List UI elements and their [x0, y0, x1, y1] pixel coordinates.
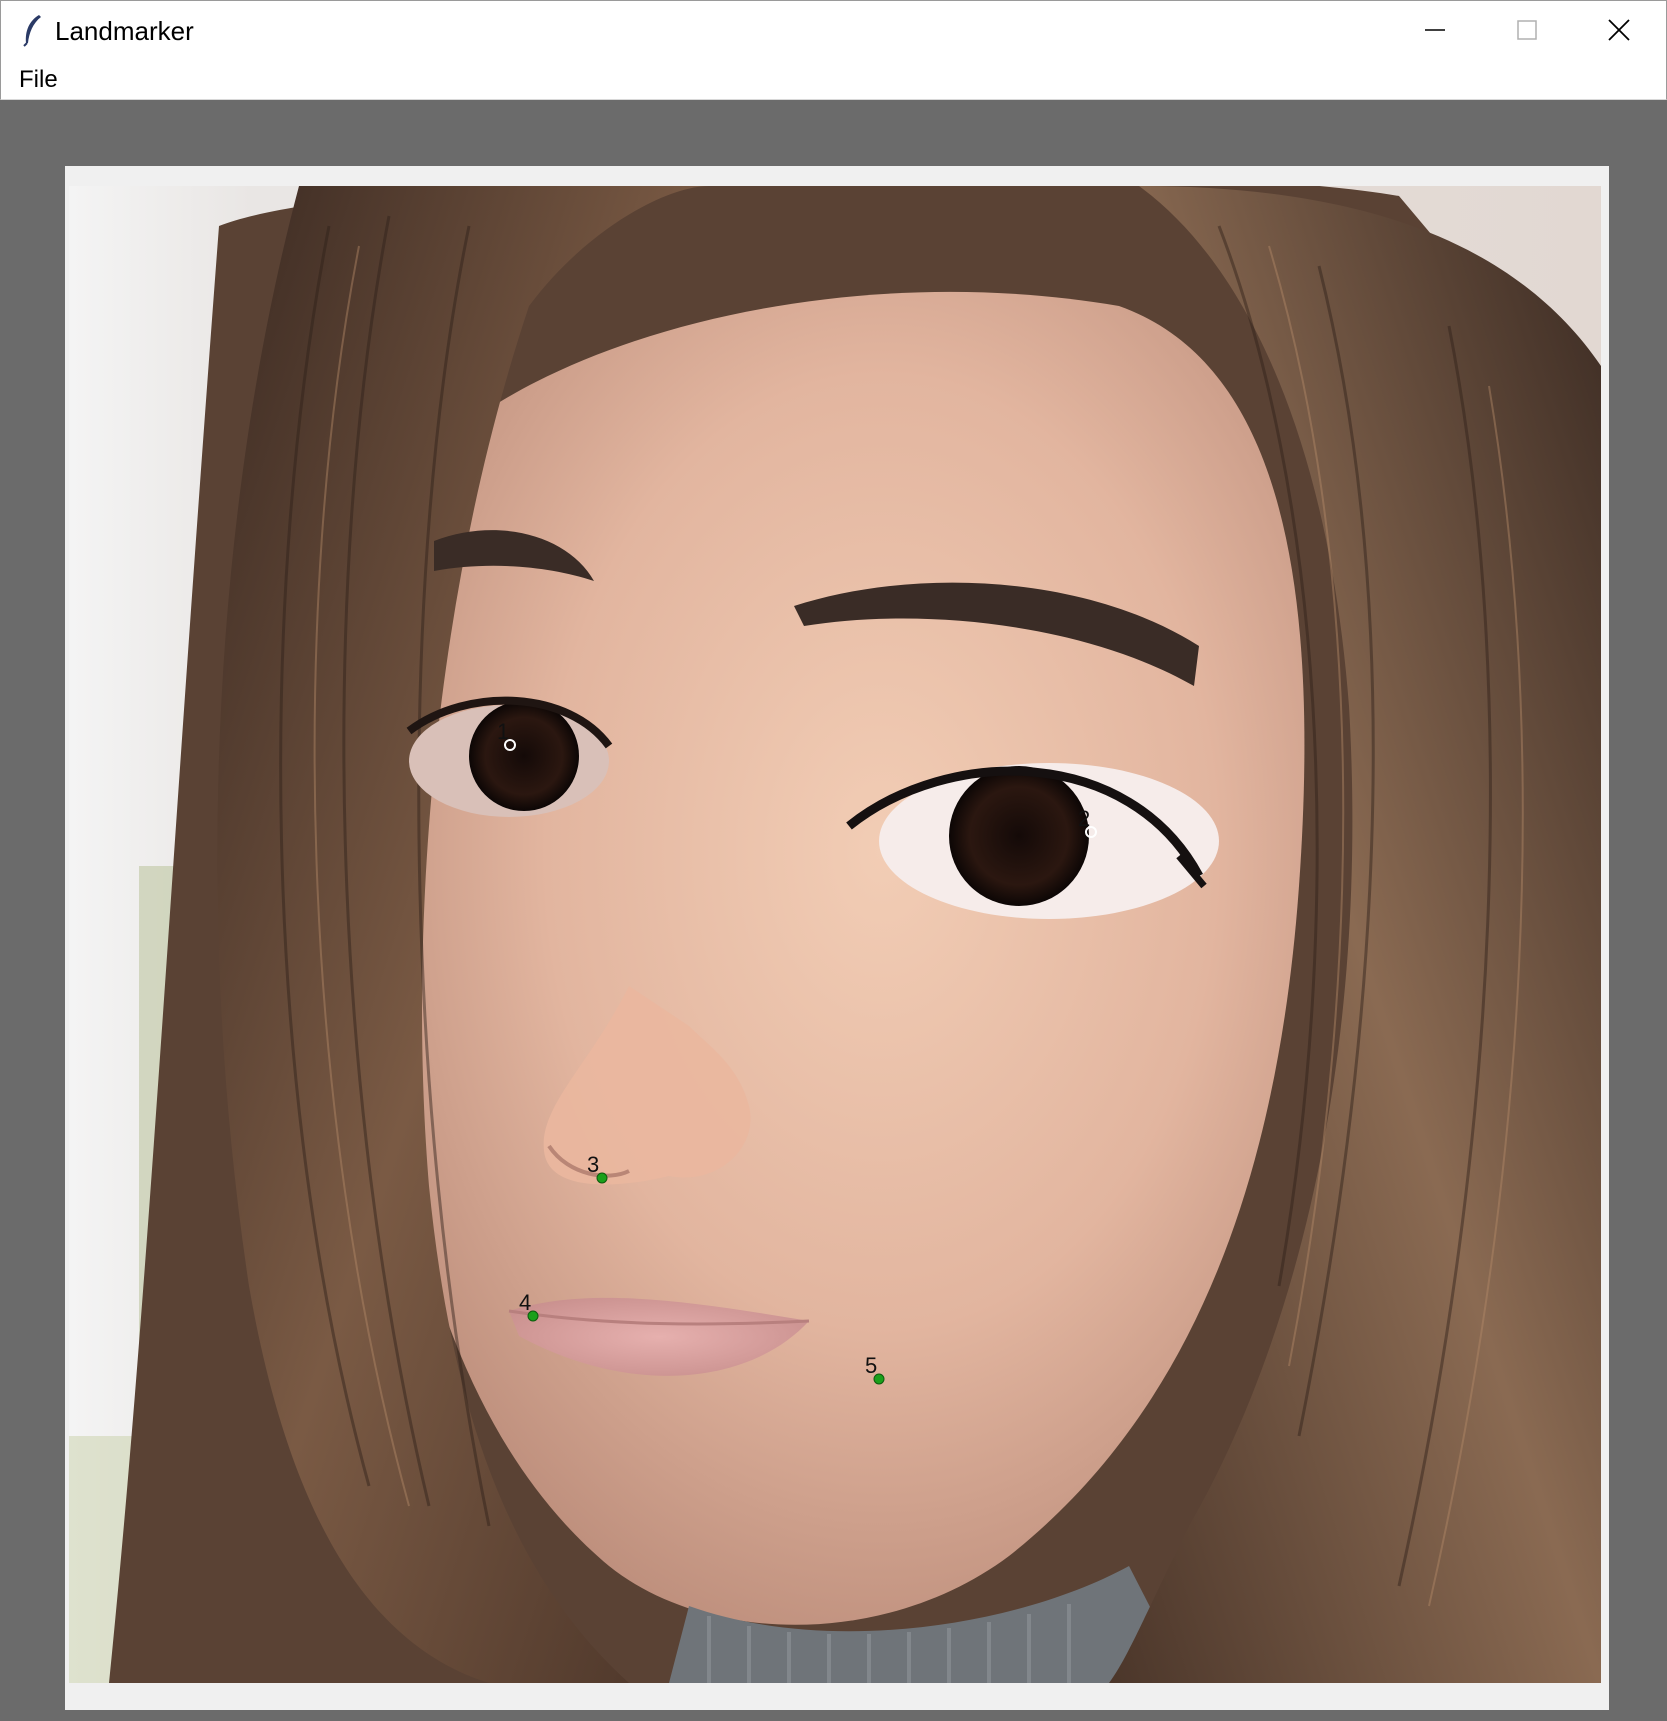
landmark-3-label: 3 — [587, 1152, 599, 1177]
window-title: Landmarker — [55, 16, 194, 46]
maximize-button[interactable] — [1481, 1, 1573, 59]
minimize-button[interactable] — [1389, 1, 1481, 59]
close-icon — [1608, 19, 1630, 41]
menu-bar: File — [0, 58, 1667, 100]
minimize-icon — [1425, 29, 1445, 31]
landmark-1-label: 1 — [497, 719, 509, 744]
face-photo: 1 2 3 4 5 — [69, 186, 1601, 1683]
feather-icon — [23, 15, 41, 47]
title-bar: Landmarker — [0, 0, 1667, 58]
landmark-5-label: 5 — [865, 1353, 877, 1378]
maximize-icon — [1517, 20, 1537, 40]
menu-file[interactable]: File — [17, 66, 60, 94]
landmark-2-label: 2 — [1078, 806, 1090, 831]
landmark-4-label: 4 — [519, 1290, 531, 1315]
image-canvas[interactable]: 1 2 3 4 5 — [69, 186, 1601, 1683]
close-button[interactable] — [1573, 1, 1665, 59]
